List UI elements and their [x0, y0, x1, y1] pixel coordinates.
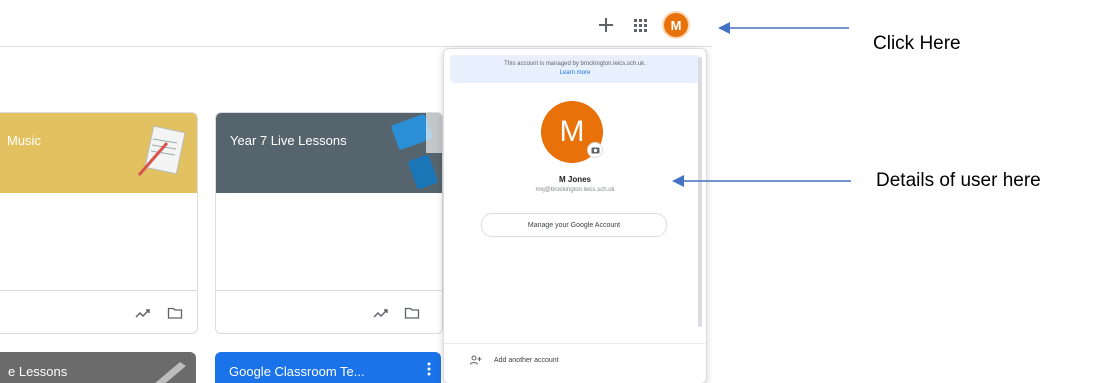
popup-divider — [444, 343, 706, 344]
class-card-year7[interactable]: Year 7 Live Lessons — [215, 112, 443, 334]
music-sheet-illustration — [137, 125, 186, 176]
folder-icon[interactable] — [404, 306, 420, 320]
plus-icon[interactable] — [596, 15, 616, 35]
card-banner: Year 7 Live Lessons — [216, 113, 442, 193]
managed-account-notice: This account is managed by brockington.l… — [450, 55, 700, 83]
class-card-lessons[interactable]: e Lessons — [0, 352, 196, 383]
user-name: M Jones — [558, 175, 591, 184]
manage-google-account-button[interactable]: Manage your Google Account — [481, 213, 667, 237]
card-footer — [0, 290, 197, 333]
account-popup: This account is managed by brockington.l… — [443, 48, 707, 383]
more-vert-icon[interactable] — [427, 362, 431, 376]
class-card-music[interactable]: Music — [0, 112, 198, 334]
header-actions: M — [596, 13, 688, 37]
card-banner: Music — [0, 113, 197, 193]
card-title[interactable]: Music — [7, 133, 41, 148]
screenshot-area: M Music Year 7 Live Lessons e Lessons Go… — [0, 0, 712, 383]
card-footer — [216, 290, 442, 333]
trending-up-icon[interactable] — [373, 306, 389, 320]
learn-more-link[interactable]: Learn more — [456, 69, 694, 78]
devices-illustration — [391, 113, 442, 190]
camera-icon[interactable] — [587, 142, 603, 158]
card-title[interactable]: Year 7 Live Lessons — [230, 133, 347, 148]
card-title[interactable]: e Lessons — [8, 364, 67, 379]
account-avatar-button[interactable]: M — [664, 13, 688, 37]
card-title[interactable]: Google Classroom Te... — [229, 364, 365, 379]
arrow-to-avatar — [718, 21, 850, 35]
add-another-account-button[interactable]: Add another account — [470, 355, 559, 365]
user-email: mxj@brockington.leics.sch.uk — [535, 187, 615, 193]
folder-icon[interactable] — [167, 306, 183, 320]
arrow-to-user-details — [672, 174, 852, 188]
managed-notice-text: This account is managed by brockington.l… — [504, 61, 646, 67]
card-illustration — [155, 362, 186, 383]
header-divider — [0, 46, 712, 47]
annotation-details-of-user: Details of user here — [876, 170, 1041, 191]
popup-scrollbar[interactable] — [698, 57, 702, 327]
add-account-label: Add another account — [494, 356, 559, 364]
annotation-click-here: Click Here — [873, 33, 961, 54]
class-card-google-classroom[interactable]: Google Classroom Te... — [215, 352, 441, 383]
apps-grid-icon[interactable] — [630, 15, 650, 35]
person-add-icon — [470, 355, 482, 365]
trending-up-icon[interactable] — [135, 306, 151, 320]
